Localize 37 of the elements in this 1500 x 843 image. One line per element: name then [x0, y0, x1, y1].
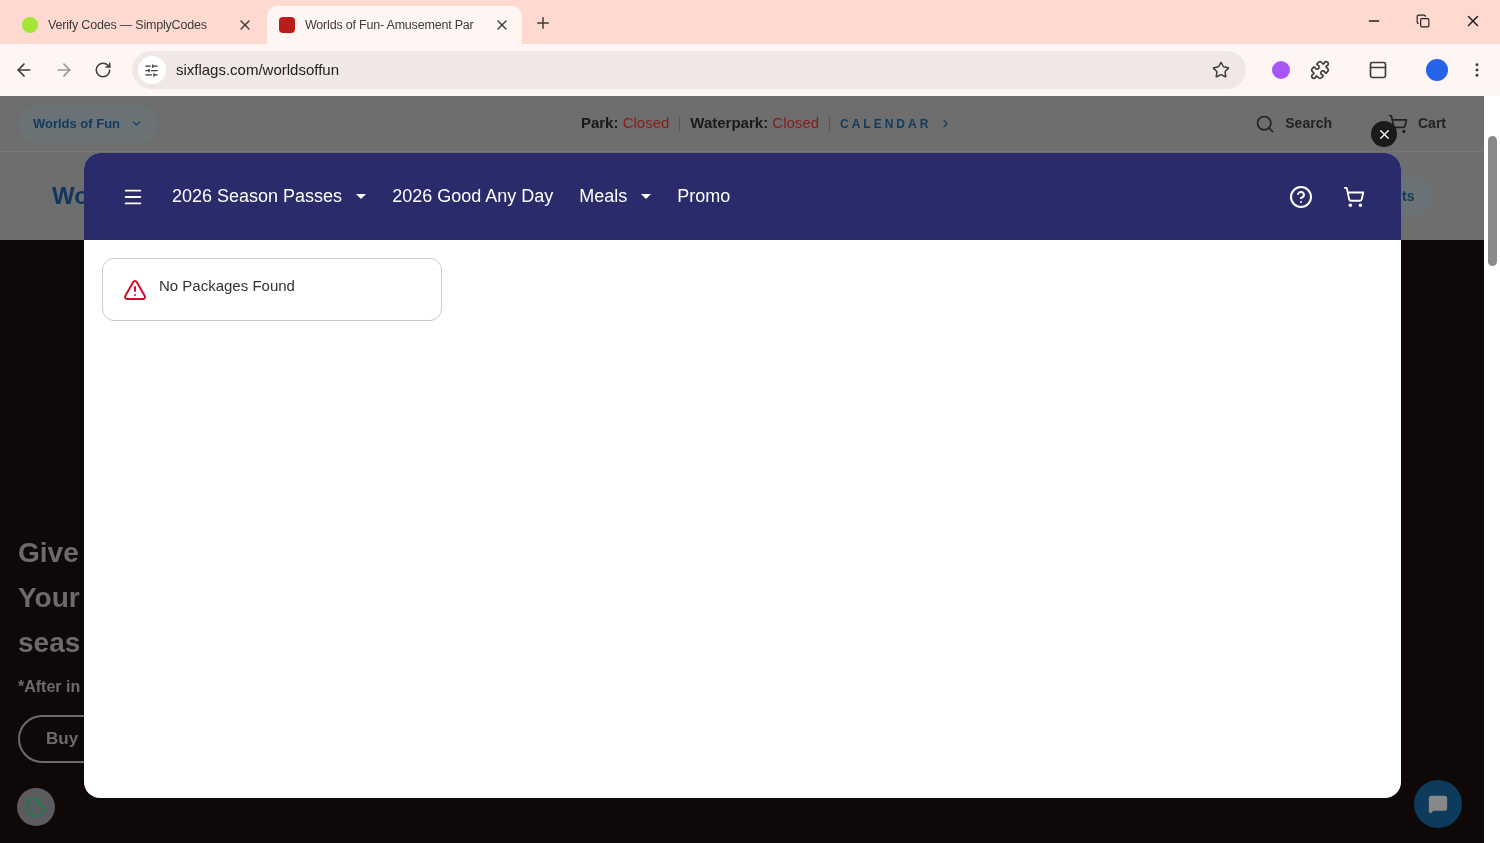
browser-tab[interactable]: Verify Codes — SimplyCodes: [10, 6, 265, 44]
restore-icon[interactable]: [1416, 14, 1430, 28]
nav-item[interactable]: 2026 Season Passes: [172, 183, 367, 210]
reload-icon[interactable]: [93, 61, 112, 79]
cart-icon[interactable]: [1343, 185, 1365, 208]
extension-icon[interactable]: [1272, 61, 1291, 79]
hero-heading: Your: [18, 581, 81, 615]
url-text: sixflags.com/worldsoffun: [175, 59, 341, 80]
help-icon[interactable]: [1289, 184, 1313, 209]
scrollbar[interactable]: [1484, 96, 1500, 843]
address-bar[interactable]: sixflags.com/worldsoffun: [131, 51, 1247, 89]
hero-heading: seas: [18, 626, 82, 660]
caret-icon: [641, 194, 652, 199]
park-status: Park: Closed: [580, 113, 670, 134]
nav-item[interactable]: Meals: [579, 183, 652, 210]
new-tab-icon[interactable]: [534, 14, 552, 32]
site-settings-icon[interactable]: [144, 62, 160, 78]
warning-icon: [123, 277, 147, 302]
hero-heading: Give: [18, 536, 80, 570]
bookmark-star-icon[interactable]: [1212, 61, 1231, 79]
site-favicon: [279, 17, 295, 33]
tab-title: Verify Codes — SimplyCodes: [48, 16, 208, 34]
profile-avatar[interactable]: [1426, 59, 1449, 81]
cookie-icon: [25, 796, 47, 818]
site-favicon: [22, 17, 38, 33]
caret-icon: [356, 194, 367, 199]
nav-item[interactable]: 2026 Good Any Day: [392, 183, 554, 210]
park-status: Waterpark: Closed: [690, 113, 819, 134]
tab-title: Worlds of Fun- Amusement Par: [305, 16, 475, 34]
empty-message: No Packages Found: [159, 276, 295, 297]
browser-tab[interactable]: Worlds of Fun- Amusement Par: [267, 6, 522, 44]
search-icon[interactable]: [1255, 113, 1276, 134]
tab-search-icon[interactable]: [1368, 60, 1389, 80]
chat-icon: [1428, 794, 1448, 814]
hero-note: *After in: [18, 677, 82, 697]
extensions-icon[interactable]: [1310, 60, 1331, 80]
nav-item[interactable]: Promo: [677, 183, 731, 210]
